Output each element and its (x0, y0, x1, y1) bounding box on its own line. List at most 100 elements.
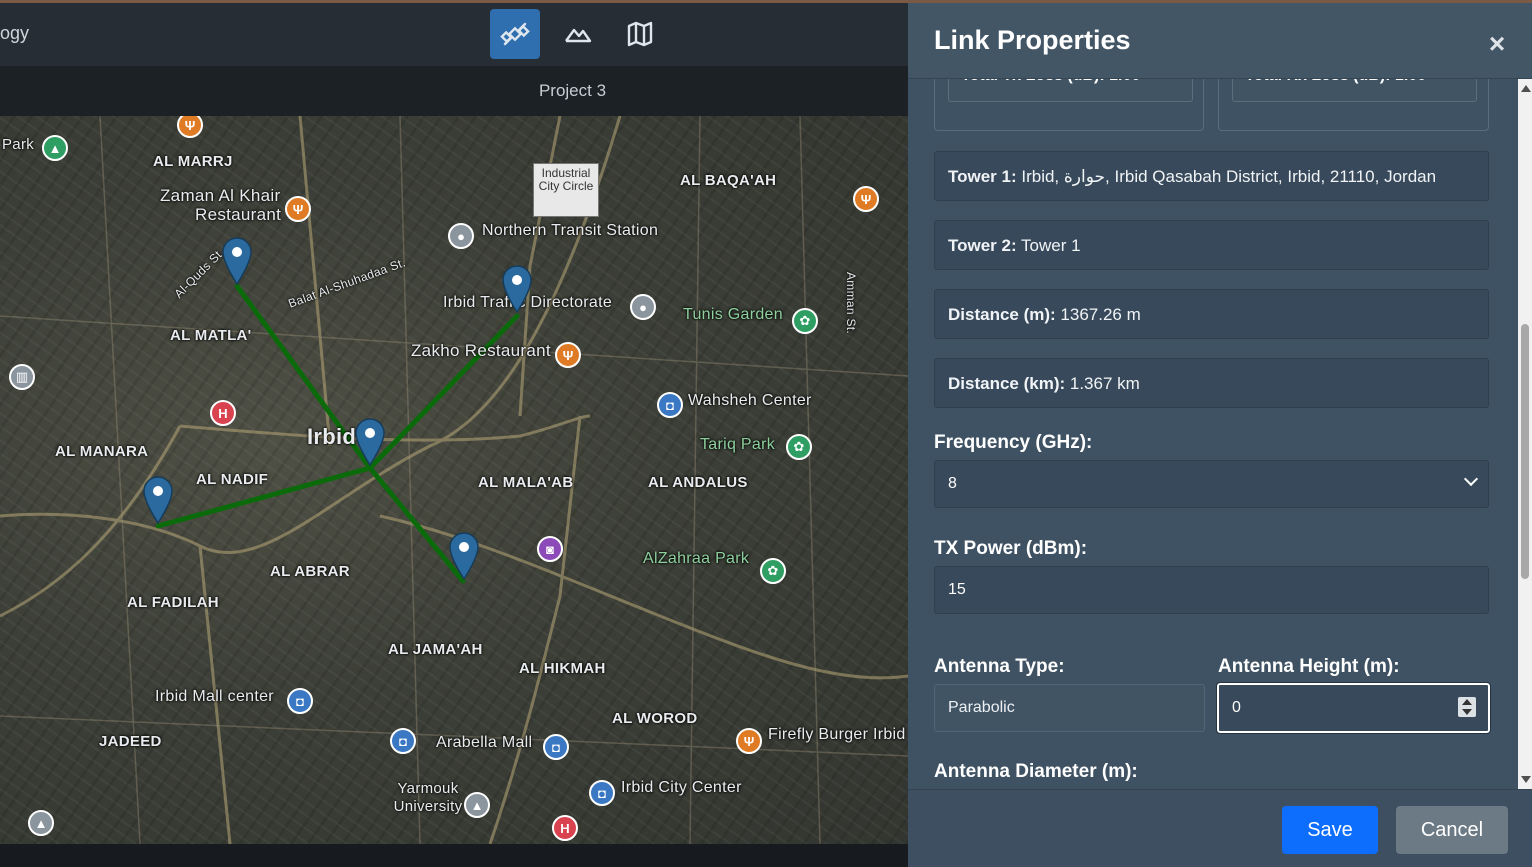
app-header: ogy (0, 3, 908, 66)
restaurant-icon[interactable]: Ψ (285, 196, 311, 222)
shopping-icon[interactable]: ◘ (589, 780, 615, 806)
park-icon[interactable]: ✿ (760, 558, 786, 584)
place-label: Arabella Mall (436, 734, 533, 751)
antenna-height-label: Antenna Height (m): (1218, 656, 1400, 677)
place-label: Wahsheh Center (688, 392, 812, 409)
satellite-view-button[interactable] (490, 9, 540, 59)
cancel-button[interactable]: Cancel (1396, 806, 1508, 854)
modal-title: Link Properties (934, 25, 1131, 55)
place-label: Yarmouk University (393, 780, 463, 815)
place-label: Tunis Garden (683, 306, 783, 323)
antenna-type-label: Antenna Type: (934, 656, 1065, 677)
tower-marker-icon[interactable] (142, 476, 174, 524)
frequency-value: 8 (948, 475, 957, 492)
satellite-icon (500, 22, 530, 46)
number-spinner-icon[interactable] (1458, 697, 1476, 717)
modal-header: Link Properties × (908, 3, 1532, 79)
place-label: AL JAMA'AH (388, 641, 483, 658)
street-label: Amman St. (844, 271, 859, 335)
hospital-icon[interactable]: H (210, 400, 236, 426)
chevron-down-icon (1463, 471, 1479, 487)
place-label: AL MARRJ (153, 153, 233, 170)
tx-power-input[interactable]: 15 (934, 566, 1489, 614)
tx-power-value: 15 (948, 581, 966, 598)
shopping-icon[interactable]: ◘ (390, 728, 416, 754)
antenna-diameter-label: Antenna Diameter (m): (934, 761, 1138, 782)
restaurant-icon[interactable]: Ψ (853, 186, 879, 212)
satellite-map[interactable]: Park AL MARRJ Zaman Al Khair Restaurant … (0, 116, 908, 844)
place-label: Irbid City Center (621, 779, 742, 796)
tower1-info: Tower 1: Irbid, حوارة, Irbid Qasabah Dis… (934, 151, 1489, 201)
rx-loss-card: Total Rx Loss (dB): 1.00 (1218, 79, 1489, 131)
place-label: Irbid Mall center (155, 688, 274, 705)
place-label: AL NADIF (196, 471, 269, 488)
antenna-type-field[interactable]: Parabolic (934, 684, 1205, 732)
tower2-label: Tower 2: (948, 236, 1017, 255)
university-icon[interactable]: ▲ (28, 810, 54, 836)
tower-marker-icon[interactable] (221, 237, 253, 285)
landmark-icon[interactable]: ● (630, 294, 656, 320)
park-icon[interactable]: ▲ (42, 135, 68, 161)
restaurant-icon[interactable]: Ψ (736, 728, 762, 754)
tx-loss-value: Total Tx Loss (dB): 1.00 (948, 79, 1193, 102)
park-icon[interactable]: ✿ (786, 434, 812, 460)
tower2-info: Tower 2: Tower 1 (934, 220, 1489, 270)
distance-km-value: 1.367 km (1065, 374, 1140, 393)
tower1-value: Irbid, حوارة, Irbid Qasabah District, Ir… (1016, 167, 1437, 186)
university-icon[interactable]: ▲ (464, 792, 490, 818)
place-label-box: Industrial City Circle (533, 163, 599, 217)
modal-footer: Save Cancel (908, 789, 1532, 867)
terrain-view-button[interactable] (553, 9, 603, 59)
tower-marker-icon[interactable] (501, 265, 533, 313)
place-label: Zakho Restaurant (411, 341, 551, 360)
place-label: Northern Transit Station (482, 222, 659, 239)
transit-icon[interactable]: ● (448, 223, 474, 249)
frequency-select[interactable]: 8 (934, 460, 1489, 508)
restaurant-icon[interactable]: Ψ (555, 342, 581, 368)
place-label: AL WOROD (612, 710, 698, 727)
modal-body[interactable]: Total Tx Loss (dB): 1.00 Total Rx Loss (… (908, 79, 1518, 789)
place-label: AlZahraa Park (643, 550, 750, 567)
map-icon (627, 21, 653, 47)
place-label: AL HIKMAH (519, 660, 606, 677)
rx-loss-value: Total Rx Loss (dB): 1.00 (1232, 79, 1477, 102)
scroll-up-arrow-icon[interactable] (1521, 85, 1531, 92)
place-label: AL MANARA (55, 443, 149, 460)
save-button[interactable]: Save (1282, 806, 1378, 854)
app-title: ogy (0, 23, 30, 43)
modal-scrollbar[interactable] (1518, 79, 1532, 789)
city-label: Irbid (307, 424, 357, 449)
tx-loss-card: Total Tx Loss (dB): 1.00 (934, 79, 1204, 131)
mountain-icon (565, 28, 592, 43)
place-label: Firefly Burger Irbid (768, 726, 906, 743)
place-label: AL ANDALUS (648, 474, 748, 491)
place-label: AL MALA'AB (478, 474, 574, 491)
tower2-value: Tower 1 (1016, 236, 1081, 255)
venue-icon[interactable]: ◙ (537, 536, 563, 562)
hospital-icon[interactable]: H (552, 815, 578, 841)
park-icon[interactable]: ✿ (792, 308, 818, 334)
tower-marker-icon[interactable] (354, 418, 386, 466)
scroll-down-arrow-icon[interactable] (1521, 776, 1531, 783)
shopping-icon[interactable]: ◘ (543, 734, 569, 760)
place-label: AL ABRAR (270, 563, 350, 580)
shopping-icon[interactable]: ◘ (287, 688, 313, 714)
bottom-bar (0, 844, 908, 867)
distance-m-value: 1367.26 m (1055, 305, 1141, 324)
map-view-button[interactable] (615, 9, 665, 59)
link-properties-modal: Link Properties × Total Tx Loss (dB): 1.… (908, 3, 1532, 867)
distance-m-label: Distance (m): (948, 305, 1056, 324)
tower-marker-icon[interactable] (448, 532, 480, 580)
museum-icon[interactable]: ▥ (9, 364, 35, 390)
antenna-height-input[interactable]: 0 (1216, 682, 1491, 734)
scrollbar-thumb[interactable] (1521, 324, 1529, 579)
antenna-type-value: Parabolic (948, 699, 1015, 716)
shopping-icon[interactable]: ◘ (657, 392, 683, 418)
distance-km-info: Distance (km): 1.367 km (934, 358, 1489, 408)
close-icon[interactable]: × (1484, 30, 1510, 58)
place-label: AL FADILAH (127, 594, 219, 611)
frequency-label: Frequency (GHz): (934, 432, 1093, 453)
distance-km-label: Distance (km): (948, 374, 1066, 393)
place-label: Restaurant (195, 205, 282, 224)
tower1-label: Tower 1: (948, 167, 1017, 186)
